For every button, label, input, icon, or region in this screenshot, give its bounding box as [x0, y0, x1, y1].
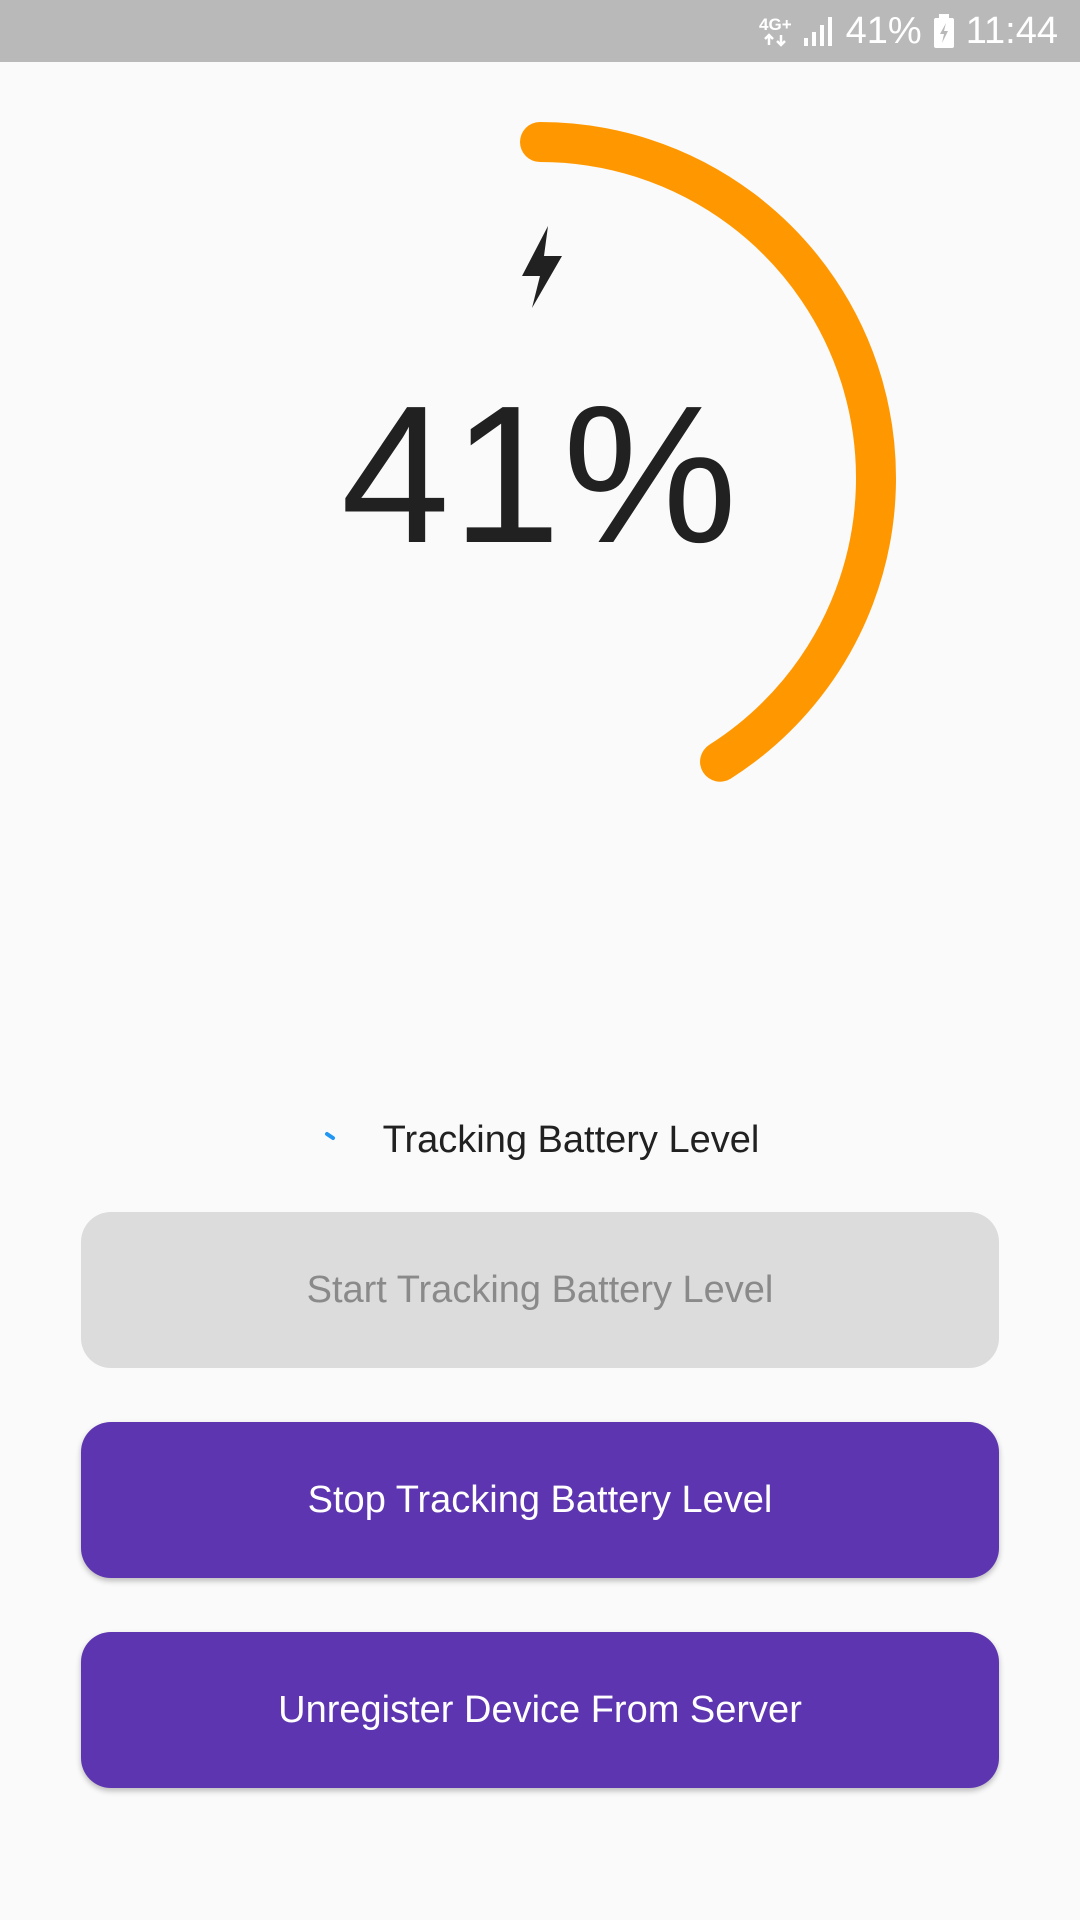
stop-tracking-button[interactable]: Stop Tracking Battery Level — [81, 1422, 999, 1578]
unregister-device-button[interactable]: Unregister Device From Server — [81, 1632, 999, 1788]
start-tracking-button[interactable]: Start Tracking Battery Level — [81, 1212, 999, 1368]
lightning-bolt-icon — [522, 226, 562, 308]
battery-percent-display: 41% — [340, 365, 740, 584]
tracking-status: Tracking Battery Level — [0, 1112, 1080, 1168]
loading-spinner-icon — [324, 1132, 335, 1140]
tracking-status-text: Tracking Battery Level — [382, 1118, 760, 1161]
